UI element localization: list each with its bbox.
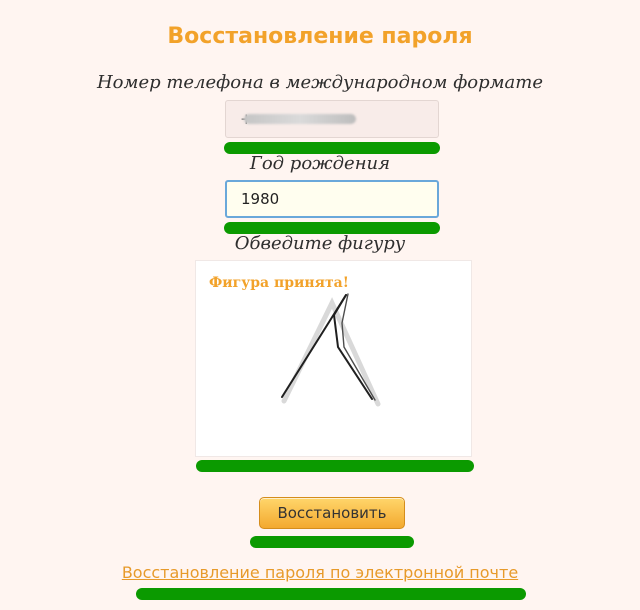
phone-label: Номер телефона в международном формате [96, 72, 544, 93]
figure-status-text: Фигура принята! [209, 275, 349, 291]
figure-instruction-label: Обведите фигуру [234, 233, 406, 254]
page-title: Восстановление пароля [167, 24, 473, 49]
figure-highlight-bar [196, 460, 474, 472]
birth-year-label: Год рождения [249, 153, 391, 174]
password-recovery-page: Восстановление пароля Номер телефона в м… [0, 0, 640, 610]
birth-year-input[interactable] [225, 180, 439, 218]
email-recovery-link[interactable]: Восстановление пароля по электронной поч… [0, 563, 640, 582]
restore-button-highlight-bar [250, 536, 414, 548]
figure-drawing-canvas[interactable]: Фигура принята! [195, 260, 472, 457]
email-link-highlight-bar [136, 588, 526, 600]
redacted-phone-mask [244, 114, 356, 124]
restore-button[interactable]: Восстановить [259, 497, 405, 529]
